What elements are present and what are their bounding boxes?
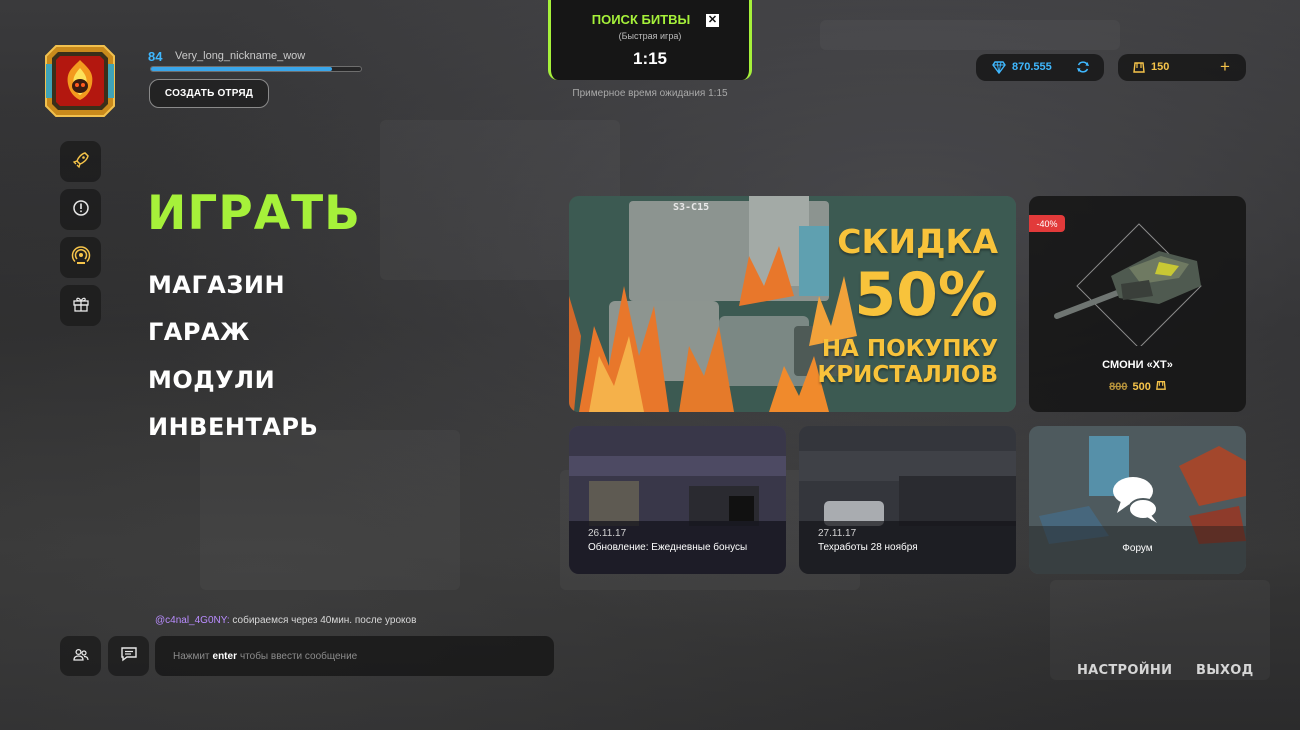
promo-banner[interactable]: S3-C15 СКИДКА 50% НА ПОКУПКУ КРИСТАЛЛОВ bbox=[569, 196, 1016, 412]
battle-timer: 1:15 bbox=[632, 49, 668, 68]
banner-line3: НА ПОКУПКУ bbox=[821, 336, 998, 362]
menu-play[interactable]: ИГРАТЬ bbox=[147, 186, 361, 241]
battle-search-title: ПОИСК БИТВЫ bbox=[591, 12, 691, 27]
gold-bar-icon bbox=[1155, 379, 1166, 394]
estimated-wait-time: Примерное время ожидания 1:15 bbox=[572, 88, 728, 99]
banner-line1: СКИДКА bbox=[837, 222, 998, 261]
crystal-icon bbox=[992, 61, 1006, 77]
rocket-icon bbox=[72, 151, 90, 173]
player-level: 84 bbox=[148, 49, 163, 64]
crystals-amount: 870.555 bbox=[1012, 61, 1052, 73]
gold-bar-icon bbox=[1133, 60, 1145, 77]
gold-balance: 150 + bbox=[1118, 54, 1246, 81]
player-avatar[interactable] bbox=[44, 44, 116, 118]
menu-modules[interactable]: МОДУЛИ bbox=[148, 366, 275, 394]
side-button-alert[interactable] bbox=[60, 189, 101, 230]
chat-username[interactable]: @c4nal_4G0NY: bbox=[155, 615, 230, 626]
turret-image bbox=[1054, 223, 1202, 346]
menu-inventory[interactable]: ИНВЕНТАРЬ bbox=[148, 413, 318, 441]
forum-card[interactable]: Форум bbox=[1029, 426, 1246, 574]
forum-label: Форум bbox=[1122, 543, 1153, 554]
news-date: 27.11.17 bbox=[818, 528, 857, 539]
chat-button[interactable] bbox=[108, 636, 149, 676]
menu-shop[interactable]: МАГАЗИН bbox=[148, 271, 285, 299]
news-card[interactable]: 27.11.17 Техработы 28 ноября bbox=[799, 426, 1016, 574]
offer-item-name: СМОНИ «XT» bbox=[1102, 359, 1173, 371]
add-gold-button[interactable]: + bbox=[1220, 57, 1230, 77]
crystals-balance: 870.555 bbox=[976, 54, 1104, 81]
banner-tag: S3-C15 bbox=[673, 202, 709, 213]
exit-link[interactable]: ВЫХОД bbox=[1196, 663, 1254, 678]
chat-last-message: @c4nal_4G0NY: собираемся через 40мин. по… bbox=[155, 615, 416, 626]
side-button-signal[interactable] bbox=[60, 237, 101, 278]
gift-icon bbox=[72, 295, 90, 317]
gold-amount: 150 bbox=[1151, 61, 1170, 73]
chat-bubbles-icon bbox=[1109, 471, 1165, 531]
battle-mode: (Быстрая игра) bbox=[618, 31, 682, 41]
friends-button[interactable] bbox=[60, 636, 101, 676]
news-title: Обновление: Ежедневные бонусы bbox=[588, 542, 748, 553]
alert-icon bbox=[72, 199, 90, 221]
banner-line4: КРИСТАЛЛОВ bbox=[817, 362, 998, 388]
menu-garage[interactable]: ГАРАЖ bbox=[148, 318, 250, 346]
battle-search-panel: ПОИСК БИТВЫ ✕ (Быстрая игра) 1:15 bbox=[548, 0, 752, 80]
news-card[interactable]: 26.11.17 Обновление: Ежедневные бонусы bbox=[569, 426, 786, 574]
message-icon bbox=[120, 646, 138, 666]
offer-price: 800 500 bbox=[1029, 379, 1246, 394]
settings-link[interactable]: НАСТРОЙНИ bbox=[1077, 663, 1172, 678]
chat-message-text: собираемся через 40мин. после уроков bbox=[229, 615, 417, 626]
news-title: Техработы 28 ноября bbox=[818, 542, 918, 553]
xp-progress-bar bbox=[150, 66, 362, 72]
chat-hint-suffix: чтобы ввести сообщение bbox=[239, 650, 358, 662]
new-price: 500 bbox=[1132, 380, 1151, 393]
cancel-search-button[interactable]: ✕ bbox=[706, 14, 719, 27]
player-nickname: Very_long_nickname_wow bbox=[175, 50, 306, 62]
side-button-rocket[interactable] bbox=[60, 141, 101, 182]
old-price: 800 bbox=[1109, 380, 1128, 393]
xp-progress-fill bbox=[151, 67, 332, 71]
create-squad-button[interactable]: СОЗДАТЬ ОТРЯД bbox=[149, 79, 269, 108]
news-date: 26.11.17 bbox=[588, 528, 627, 539]
signal-icon bbox=[71, 245, 91, 270]
special-offer-card[interactable]: -40% СМОНИ «XT» 800 500 bbox=[1029, 196, 1246, 412]
side-button-gift[interactable] bbox=[60, 285, 101, 326]
refresh-icon[interactable] bbox=[1076, 60, 1090, 77]
users-icon bbox=[72, 647, 89, 666]
banner-line2: 50% bbox=[854, 260, 998, 330]
chat-hint-key: enter bbox=[212, 650, 237, 662]
chat-hint-prefix: Нажмит bbox=[173, 650, 210, 662]
chat-input[interactable]: Нажмит enter чтобы ввести сообщение bbox=[155, 636, 554, 676]
